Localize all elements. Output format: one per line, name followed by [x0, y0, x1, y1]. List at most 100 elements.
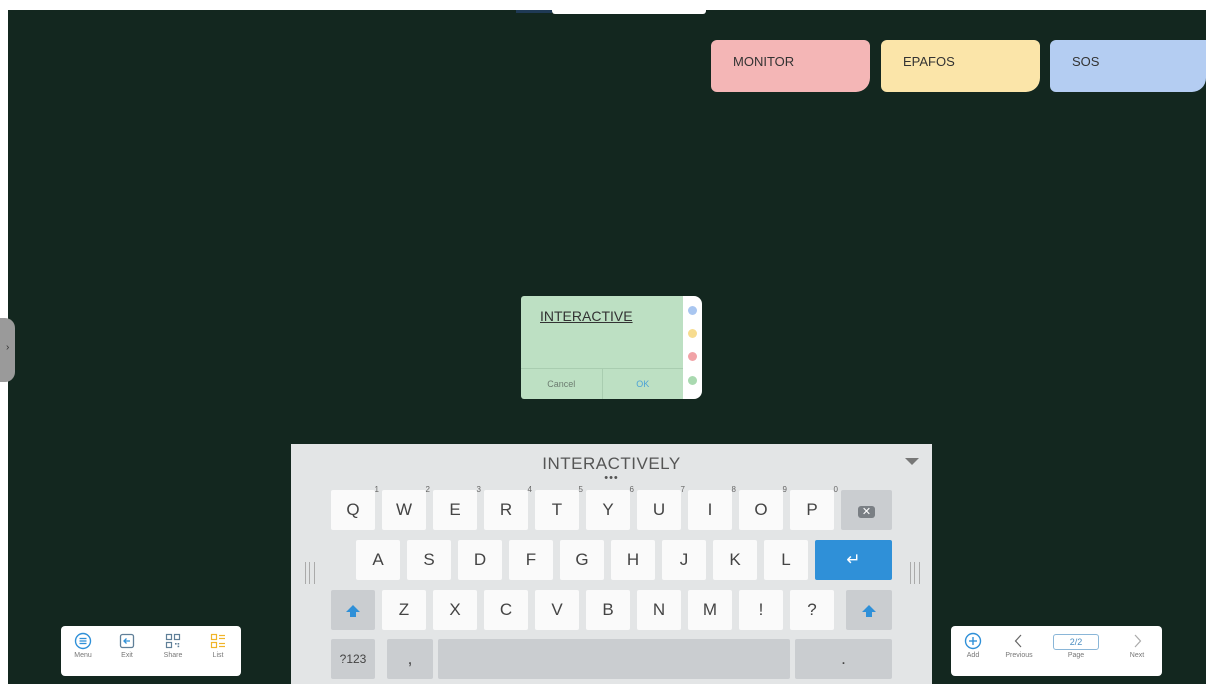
cancel-button[interactable]: Cancel [521, 369, 603, 399]
backspace-icon: ✕ [857, 506, 876, 518]
key-a-label: A [372, 550, 384, 569]
key-u-number-hint: 7 [680, 485, 685, 494]
key-w[interactable]: W2 [382, 485, 430, 530]
symbols-key-label: ?123 [339, 652, 367, 666]
key-m[interactable]: M [688, 590, 732, 630]
previous-label: Previous [1005, 652, 1033, 659]
previous-page-button[interactable]: Previous [999, 632, 1039, 659]
key-q-label: Q [346, 500, 360, 519]
color-swatch-pink[interactable] [688, 352, 697, 361]
page-label: Page [1067, 652, 1085, 659]
key-w-number-hint: 2 [425, 485, 430, 494]
chevron-right-icon: › [6, 342, 10, 353]
key-v[interactable]: V [535, 590, 579, 630]
next-page-button[interactable]: Next [1117, 632, 1157, 659]
comma-key[interactable]: , [387, 639, 433, 679]
key-f-label: F [525, 550, 537, 569]
shift-key-right-label [861, 600, 877, 619]
share-button[interactable]: Share [153, 632, 193, 659]
period-key-label: . [841, 649, 846, 668]
key-exclamation[interactable]: ! [739, 590, 783, 630]
ok-button[interactable]: OK [603, 369, 684, 399]
key-h[interactable]: H [611, 540, 655, 580]
key-s[interactable]: S [407, 540, 451, 580]
key-question[interactable]: ? [790, 590, 834, 630]
symbols-key[interactable]: ?123 [331, 639, 375, 679]
sticky-note-monitor[interactable]: MONITOR [711, 40, 870, 92]
key-k-label: K [729, 550, 741, 569]
key-c[interactable]: C [484, 590, 528, 630]
key-e[interactable]: E3 [433, 485, 481, 530]
key-p[interactable]: P0 [790, 485, 838, 530]
key-z[interactable]: Z [382, 590, 426, 630]
key-o[interactable]: O9 [739, 485, 787, 530]
side-panel-handle[interactable]: › [0, 318, 15, 382]
shift-key-left[interactable] [331, 590, 375, 630]
key-b-label: B [602, 600, 614, 619]
top-pull-tab[interactable] [552, 10, 706, 14]
key-y-number-hint: 6 [629, 485, 634, 494]
shift-key-right[interactable] [846, 590, 892, 630]
sticky-note-label: SOS [1072, 54, 1100, 69]
key-q[interactable]: Q1 [331, 485, 379, 530]
collapse-keyboard-icon[interactable] [905, 458, 919, 465]
exit-button[interactable]: Exit [107, 632, 147, 659]
exit-label: Exit [121, 652, 133, 659]
key-o-number-hint: 9 [782, 485, 787, 494]
key-u[interactable]: U7 [637, 485, 685, 530]
key-r[interactable]: R4 [484, 485, 532, 530]
backspace-key[interactable]: ✕ [841, 490, 892, 530]
key-p-number-hint: 0 [833, 485, 838, 494]
sticky-note-epafos[interactable]: EPAFOS [881, 40, 1040, 92]
key-j[interactable]: J [662, 540, 706, 580]
period-key[interactable]: . [795, 639, 892, 679]
sticky-note-label: MONITOR [733, 54, 795, 69]
key-y-label: Y [602, 500, 614, 519]
key-g[interactable]: G [560, 540, 604, 580]
key-k[interactable]: K [713, 540, 757, 580]
note-text-field[interactable]: INTERACTIVE [540, 308, 633, 324]
space-key[interactable] [438, 639, 790, 679]
color-swatch-blue[interactable] [688, 306, 697, 315]
keyboard-drag-handle-left[interactable] [305, 562, 315, 584]
key-u-label: U [652, 500, 666, 519]
chevron-left-icon [1014, 634, 1022, 648]
enter-key[interactable]: ↵ [815, 540, 892, 580]
key-b[interactable]: B [586, 590, 630, 630]
key-c-label: C [499, 600, 513, 619]
key-i[interactable]: I8 [688, 485, 736, 530]
list-button[interactable]: List [198, 632, 238, 659]
key-x-label: X [449, 600, 461, 619]
key-l[interactable]: L [764, 540, 808, 580]
key-g-label: G [575, 550, 589, 569]
key-z-label: Z [398, 600, 410, 619]
key-t[interactable]: T5 [535, 485, 583, 530]
chevron-right-icon [1134, 634, 1142, 648]
word-suggestion[interactable]: INTERACTIVELY [291, 454, 932, 474]
more-suggestions-icon[interactable]: ••• [291, 472, 932, 484]
keyboard-drag-handle-right[interactable] [910, 562, 920, 584]
key-a[interactable]: A [356, 540, 400, 580]
key-d[interactable]: D [458, 540, 502, 580]
color-swatch-yellow[interactable] [688, 329, 697, 338]
list-icon [210, 633, 225, 649]
left-toolbar: Menu Exit Share List [61, 626, 241, 676]
color-swatch-green[interactable] [688, 376, 697, 385]
note-color-picker [683, 296, 702, 399]
key-n[interactable]: N [637, 590, 681, 630]
share-label: Share [163, 652, 183, 659]
key-x[interactable]: X [433, 590, 477, 630]
key-y[interactable]: Y6 [586, 485, 634, 530]
key-f[interactable]: F [509, 540, 553, 580]
sticky-note-sos[interactable]: SOS [1050, 40, 1206, 92]
key-e-number-hint: 3 [476, 485, 481, 494]
key-t-label: T [551, 500, 563, 519]
key-i-label: I [707, 500, 713, 519]
add-page-button[interactable]: Add [953, 632, 993, 659]
note-editor-actions: Cancel OK [521, 368, 683, 399]
page-indicator[interactable]: 2/2 Page [1049, 632, 1103, 659]
menu-button[interactable]: Menu [63, 632, 103, 659]
menu-icon [74, 632, 92, 650]
key-exclamation-label: ! [758, 600, 764, 619]
page-number[interactable]: 2/2 [1053, 634, 1099, 650]
